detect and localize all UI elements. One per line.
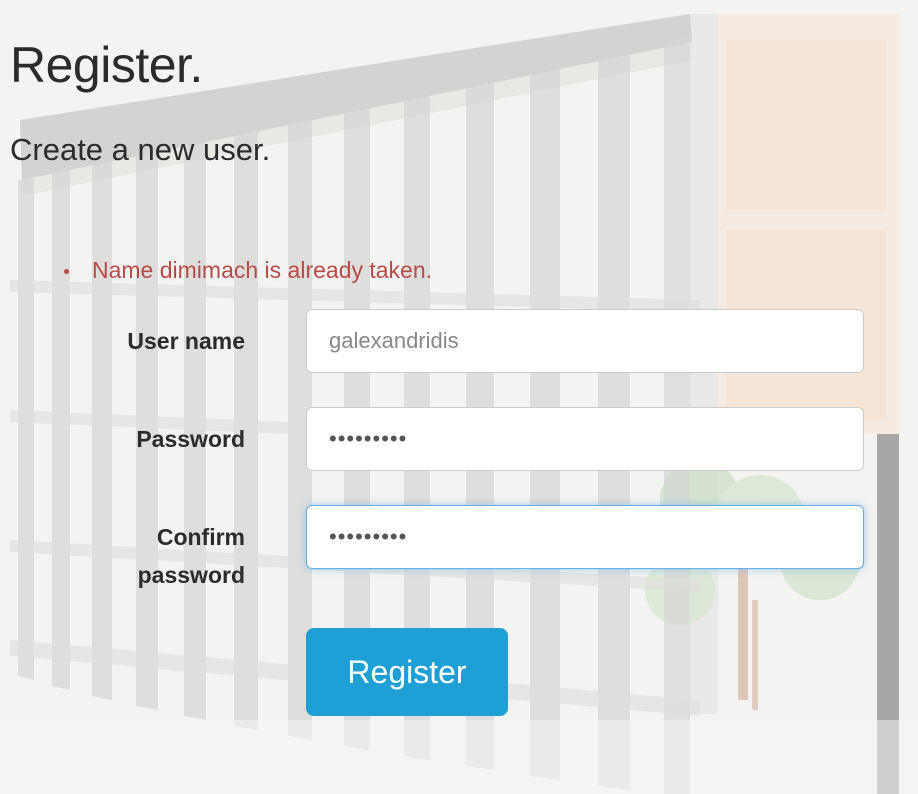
confirm-password-input[interactable] xyxy=(306,505,864,569)
username-input[interactable] xyxy=(306,309,864,373)
password-label: Password xyxy=(136,426,245,452)
confirm-password-label-line1: Confirm xyxy=(156,524,245,550)
page-subtitle: Create a new user. xyxy=(10,132,271,167)
username-label: User name xyxy=(127,328,245,354)
validation-error: Name dimimach is already taken. xyxy=(62,256,432,284)
validation-summary: Name dimimach is already taken. xyxy=(62,256,432,284)
password-input[interactable] xyxy=(306,407,864,471)
confirm-password-label-line2: password xyxy=(137,562,245,588)
confirm-password-label: Confirm password xyxy=(138,518,245,594)
register-button[interactable]: Register xyxy=(306,628,508,716)
page-title: Register. xyxy=(10,37,203,93)
